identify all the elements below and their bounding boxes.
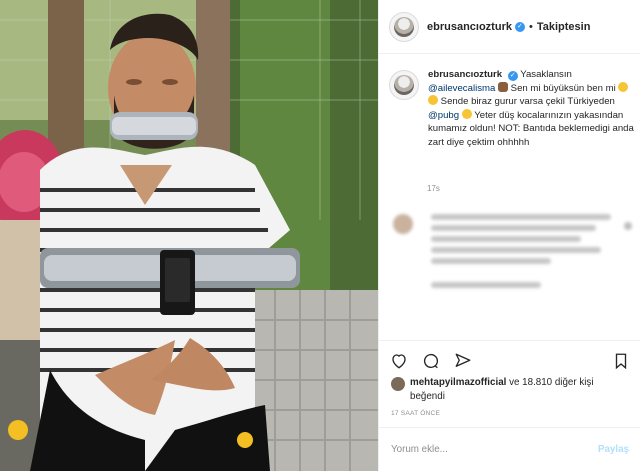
caption-part-2: Sen mi büyüksün ben mi [510,82,619,94]
comment-heart-icon [624,222,632,230]
avatar-photo [394,75,414,95]
blur-line [431,247,601,253]
post-caption: ebrusancıozturk ✓ Yasaklansın @ailevecal… [389,68,634,150]
verified-icon: ✓ [514,21,525,32]
bookmark-icon-svg [615,353,627,370]
caption-part-3: Sende biraz gurur varsa çekil Türkiyeden [440,96,615,108]
bookmark-icon[interactable] [611,351,631,371]
liker-username[interactable]: mehtapyilmazofficial [410,377,506,388]
avatar-photo [394,16,414,37]
send-icon[interactable] [453,351,473,371]
blur-line [431,282,541,288]
likes-text: mehtapyilmazofficial ve 18.810 diğer kiş… [410,376,594,404]
post-comment-button[interactable]: Paylaş [598,444,629,455]
mention-link-pubg[interactable]: @pubg [428,110,459,121]
header-username[interactable]: ebrusancıozturk [427,21,512,33]
blur-line [431,236,581,242]
post-sidebar: ebrusancıozturk ✓ • Takiptesin ebrusancı… [378,0,640,471]
mention-link-ailevecalisma[interactable]: @ailevecalisma [428,83,495,94]
blur-line [431,258,551,264]
comment-icon[interactable] [421,351,441,371]
blur-line [431,225,596,231]
family-emoji-icon [498,81,508,92]
comment-input[interactable]: Yorum ekle... [391,444,598,455]
post-header: ebrusancıozturk ✓ • Takiptesin [379,0,640,54]
caption-text: ebrusancıozturk ✓ Yasaklansın @ailevecal… [428,68,634,150]
likes-count-text[interactable]: ve 18.810 diğer kişi [506,377,593,388]
post-photo-illustration [0,0,378,471]
caption-avatar[interactable] [389,70,419,100]
comment-box: Yorum ekle... Paylaş [379,427,640,471]
heart-icon[interactable] [389,351,409,371]
caption-time: 17s [427,184,440,193]
caption-part-4: Yeter düş kocalarınızın yakasından kumam… [428,109,634,148]
caption-part-1: Yasaklansın [520,69,572,80]
verified-icon: ✓ [507,71,518,81]
likes-suffix: beğendi [410,391,445,402]
profile-avatar[interactable] [389,11,419,42]
blurred-comment [389,210,634,290]
send-icon-svg [455,353,471,367]
comment-avatar [393,214,413,234]
crying-emoji-icon [618,81,629,92]
post-photo[interactable] [0,0,378,471]
caption-username[interactable]: ebrusancıozturk [428,69,502,80]
heart-icon-svg [392,354,406,369]
blur-line [431,214,611,220]
post-actions [379,340,640,380]
following-button[interactable]: Takiptesin [537,21,591,33]
post-time: 17 SAAT ÖNCE [391,410,441,417]
angry-emoji-icon [428,95,438,106]
likes-summary: mehtapyilmazofficial ve 18.810 diğer kiş… [391,376,631,404]
wink-emoji-icon [461,108,472,119]
comment-icon-svg [423,353,439,369]
liker-avatar[interactable] [391,377,405,391]
separator-dot: • [528,20,533,33]
